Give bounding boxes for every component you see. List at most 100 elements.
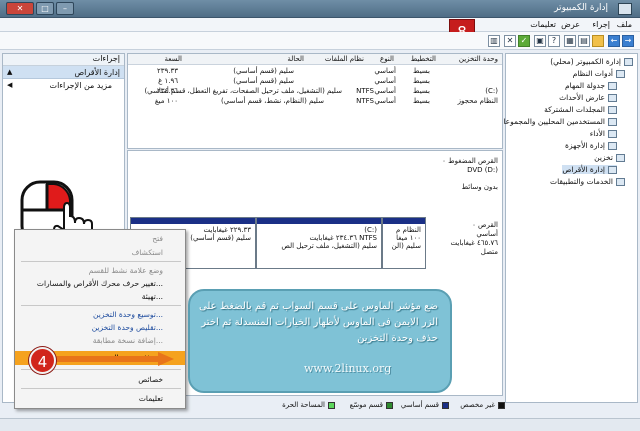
menu-view[interactable]: عرض — [561, 20, 580, 29]
tree-label: جدولة المهام — [565, 81, 605, 90]
partition-size: ١٠٠ ميغا — [396, 234, 421, 242]
folder-up-icon[interactable] — [592, 35, 604, 47]
tree-item-disk-management[interactable]: إدارة الأقراص — [562, 165, 617, 174]
minimize-button[interactable]: – — [56, 2, 74, 15]
tree-label: أدوات النظام — [572, 69, 613, 78]
toolbar: → ← ▤ ▦ ? ▣ ✓ ✕ ▥ — [0, 32, 640, 50]
menu-item-shrink-volume[interactable]: تقليص وحدة التخزين... — [15, 321, 185, 334]
tree-label: إدارة الأقراص — [562, 165, 605, 174]
disk0-label: القرص ٠ — [472, 221, 498, 229]
tree-label: إدارة الكمبيوتر (محلي) — [550, 57, 621, 66]
tree-label: عارض الأحداث — [559, 93, 605, 102]
col-type[interactable]: النوع — [380, 55, 394, 63]
col-fs[interactable]: نظام الملفات — [325, 55, 364, 63]
close-button[interactable]: ✕ — [6, 2, 34, 15]
tree-label: إدارة الأجهزة — [565, 141, 605, 150]
col-status[interactable]: الحالة — [287, 55, 304, 63]
menu-bar: ملف إجراء عرض تعليمات — [0, 18, 640, 32]
cell-layout: بسيط — [413, 67, 430, 75]
menu-item-add-mirror[interactable]: إضافة نسخة مطابقة... — [15, 334, 185, 347]
legend-swatch-primary — [442, 402, 449, 409]
help-icon[interactable]: ? — [548, 35, 560, 47]
forward-icon[interactable]: ← — [608, 35, 620, 47]
disk-check-icon[interactable]: ▥ — [488, 35, 500, 47]
tree-item-local-users[interactable]: المستخدمين المحليين والمجموعات — [496, 117, 617, 126]
col-volume[interactable]: وحدة التخزين — [459, 55, 498, 63]
cdrom-label: القرص المضغوط ٠ — [442, 157, 498, 165]
tree-item-services-apps[interactable]: الخدمات والتطبيقات — [550, 177, 625, 186]
device-manager-icon — [608, 141, 617, 150]
tree-item-system-tools[interactable]: أدوات النظام — [573, 69, 625, 78]
storage-icon — [616, 153, 625, 162]
cell-type: أساسي — [374, 77, 396, 85]
col-capacity[interactable]: السعة — [165, 55, 182, 63]
menu-help[interactable]: تعليمات — [530, 20, 556, 29]
tree-item-storage[interactable]: تخزين — [594, 153, 625, 162]
menu-action[interactable]: إجراء — [592, 20, 610, 29]
legend-swatch-unallocated — [498, 402, 505, 409]
menu-item-properties[interactable]: خصائص — [15, 373, 185, 386]
partition-text: (C:) ٢٣٤.٣٦ غيغابايت NTFS سليم (التشغيل،… — [257, 224, 381, 252]
actions-disk-management[interactable]: ▲ إدارة الأقراص — [3, 66, 124, 79]
cell-capacity: ١.٩٦ غ — [158, 77, 178, 85]
partition-c[interactable]: (C:) ٢٣٤.٣٦ غيغابايت NTFS سليم (التشغيل،… — [256, 217, 382, 269]
legend-swatch-free — [328, 402, 335, 409]
disk-legend: غير مخصص قسم أساسي قسم موسّع المساحة الح… — [160, 400, 505, 412]
partition-name: النظام م — [396, 226, 421, 234]
collapse-arrow-icon: ▲ — [7, 68, 13, 76]
tree-item-task-scheduler[interactable]: جدولة المهام — [565, 81, 617, 90]
view-icon[interactable]: ▣ — [534, 35, 546, 47]
cdrom-media: بدون وسائط — [461, 183, 498, 191]
cell-layout: بسيط — [413, 87, 430, 95]
users-icon — [608, 117, 617, 126]
cell-status: سليم (قسم أساسي) — [233, 77, 294, 85]
connect-icon[interactable]: ✓ — [518, 35, 530, 47]
tree-item-event-viewer[interactable]: عارض الأحداث — [559, 93, 617, 102]
services-icon — [616, 177, 625, 186]
table-row[interactable]: النظام محجوز بسيط أساسي NTFS سليم (النظا… — [128, 97, 502, 107]
col-layout[interactable]: التخطيط — [411, 55, 436, 63]
tree-item-device-manager[interactable]: إدارة الأجهزة — [565, 141, 617, 150]
cell-layout: بسيط — [413, 77, 430, 85]
menu-item-mark-active[interactable]: وضع علامة نشط للقسم — [15, 264, 185, 277]
cell-volume: (C:) — [485, 87, 498, 95]
tree-item-shared-folders[interactable]: المجلدات المشتركة — [544, 105, 617, 114]
partition-system-reserved[interactable]: النظام م ١٠٠ ميغا سليم (الن — [382, 217, 426, 269]
tree-label: الخدمات والتطبيقات — [550, 177, 613, 186]
table-row[interactable]: بسيط أساسي سليم (قسم أساسي) ١.٩٦ غ — [128, 77, 502, 87]
menu-item-explore[interactable]: استكشاف — [15, 246, 185, 259]
table-row[interactable]: (C:) بسيط أساسي NTFS سليم (التشغيل، ملف … — [128, 87, 502, 97]
menu-item-change-drive-letter[interactable]: تغيير حرف محرك الأقراص والمسارات... — [15, 277, 185, 290]
tree-item-computer-management[interactable]: إدارة الكمبيوتر (محلي) — [550, 57, 633, 66]
tree-label: المستخدمين المحليين والمجموعات — [496, 117, 605, 126]
cell-type: أساسي — [374, 97, 396, 105]
menu-file[interactable]: ملف — [617, 20, 632, 29]
cell-status: سليم (قسم أساسي) — [233, 67, 294, 75]
volume-list: وحدة التخزين التخطيط النوع نظام الملفات … — [127, 53, 503, 149]
properties-icon[interactable]: ▦ — [564, 35, 576, 47]
cdrom-label-block[interactable]: القرص المضغوط ٠ DVD (D:) بدون وسائط — [442, 157, 498, 192]
computer-icon — [624, 57, 633, 66]
maximize-button[interactable]: □ — [36, 2, 54, 15]
legend-extended: قسم موسّع — [349, 401, 383, 409]
cell-type: أساسي — [374, 67, 396, 75]
cell-fs: NTFS — [356, 87, 374, 95]
legend-free: المساحة الحرة — [282, 401, 325, 409]
disk0-label-block[interactable]: القرص ٠ أساسي ٤٦٥.٧٦ غيغابايت متصل — [451, 221, 498, 257]
partition-text: النظام م ١٠٠ ميغا سليم (الن — [383, 224, 425, 252]
legend-primary: قسم أساسي — [400, 401, 439, 409]
show-hide-tree-icon[interactable]: ▤ — [578, 35, 590, 47]
table-row[interactable]: بسيط أساسي سليم (قسم أساسي) ٢٣٩.٣٣ — [128, 67, 502, 77]
tree-item-performance[interactable]: الأداء — [590, 129, 617, 138]
back-icon[interactable]: → — [622, 35, 634, 47]
menu-item-extend-volume[interactable]: توسيع وحدة التخزين... — [15, 308, 185, 321]
menu-item-help[interactable]: تعليمات — [15, 392, 185, 405]
menu-item-open[interactable]: فتح — [15, 232, 185, 245]
partition-name: (C:) — [364, 226, 377, 234]
cell-status: سليم (النظام، نشط، قسم أساسي) — [221, 97, 324, 105]
more-actions[interactable]: ◀ مزيد من الإجراءات — [3, 79, 124, 92]
title-bar: ✕ □ – إدارة الكمبيوتر — [0, 0, 640, 18]
menu-item-format[interactable]: تهيئة... — [15, 290, 185, 303]
event-viewer-icon — [608, 93, 617, 102]
delete-icon[interactable]: ✕ — [504, 35, 516, 47]
